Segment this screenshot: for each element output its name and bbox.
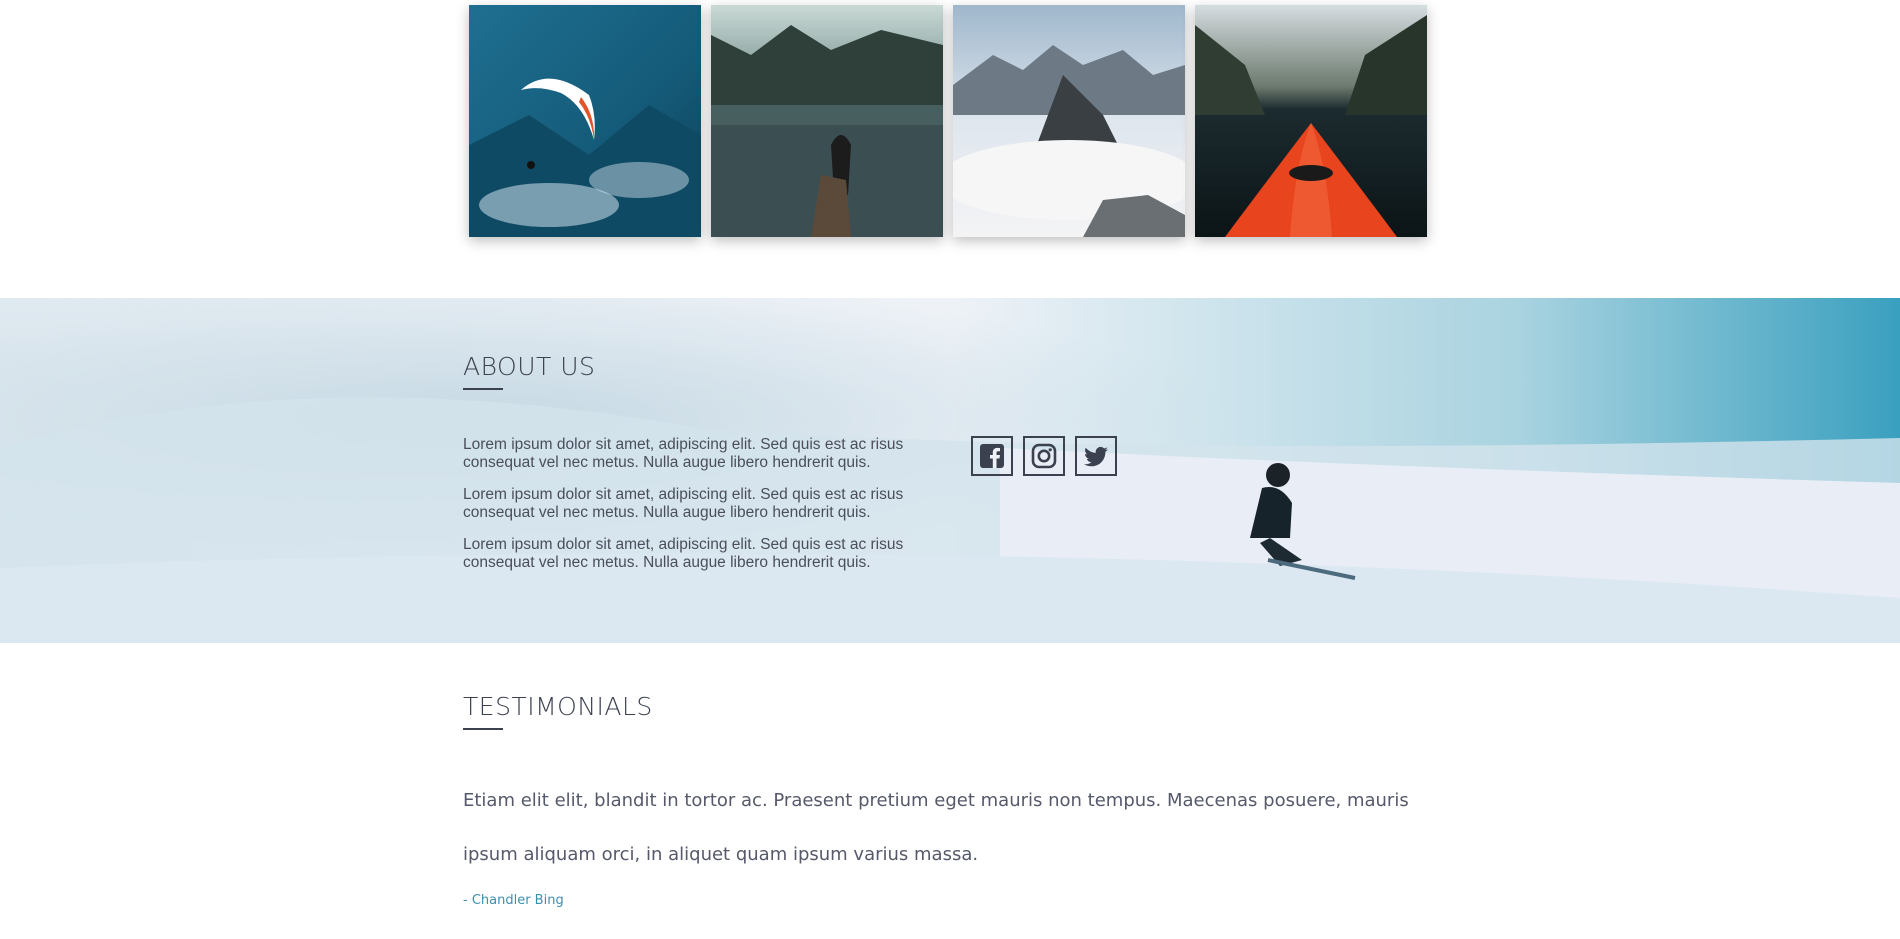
- testimonials-title-underline: [463, 728, 503, 730]
- twitter-icon: [1084, 446, 1108, 467]
- gallery-photo-lake[interactable]: [711, 5, 943, 237]
- paraglider-photo: [469, 5, 701, 237]
- gallery-photo-kayak[interactable]: [1195, 5, 1427, 237]
- about-title-underline: [463, 388, 503, 390]
- lake-hiker-photo: [711, 5, 943, 237]
- social-links: [971, 436, 1117, 476]
- photo-gallery: [469, 5, 1433, 237]
- gallery-photo-mountains[interactable]: [953, 5, 1185, 237]
- facebook-icon: [980, 444, 1004, 468]
- snowboard-background-image: [0, 298, 1900, 643]
- about-text: Lorem ipsum dolor sit amet, adipiscing e…: [463, 436, 933, 586]
- about-section: ABOUT US Lorem ipsum dolor sit amet, adi…: [0, 298, 1900, 643]
- about-paragraph: Lorem ipsum dolor sit amet, adipiscing e…: [463, 536, 904, 571]
- instagram-button[interactable]: [1023, 436, 1065, 476]
- twitter-button[interactable]: [1075, 436, 1117, 476]
- about-title: ABOUT US: [463, 352, 596, 381]
- about-paragraph: Lorem ipsum dolor sit amet, adipiscing e…: [463, 486, 904, 521]
- kayak-fjord-photo: [1195, 5, 1427, 237]
- testimonials-title: TESTIMONIALS: [463, 692, 653, 721]
- testimonial-author[interactable]: - Chandler Bing: [463, 893, 564, 908]
- facebook-button[interactable]: [971, 436, 1013, 476]
- about-paragraph: Lorem ipsum dolor sit amet, adipiscing e…: [463, 436, 904, 471]
- testimonial-quote: Etiam elit elit, blandit in tortor ac. P…: [463, 790, 1409, 865]
- mountain-peaks-photo: [953, 5, 1185, 237]
- instagram-icon: [1031, 443, 1057, 469]
- gallery-photo-paraglider[interactable]: [469, 5, 701, 237]
